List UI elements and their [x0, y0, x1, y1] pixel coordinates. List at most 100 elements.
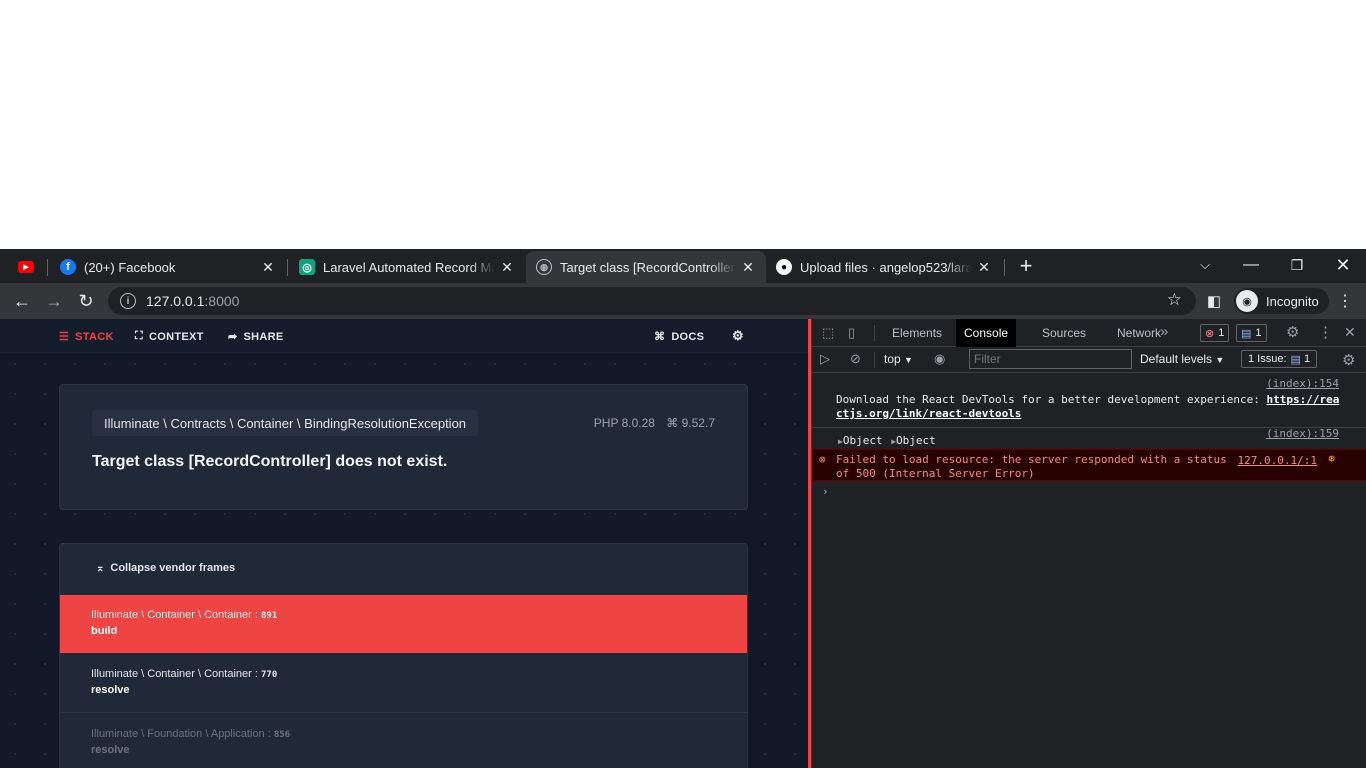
ignition-nav: ☰ STACK ⛶ CONTEXT ➦ SHARE ⌘ DOCS ⚙ — [0, 319, 808, 353]
kebab-menu-icon[interactable]: ⋮ — [1318, 323, 1333, 341]
exception-card: Illuminate \ Contracts \ Container \ Bin… — [59, 384, 748, 510]
source-link[interactable]: (index):154 — [1266, 377, 1339, 390]
stack-icon: ☰ — [59, 331, 70, 343]
nav-docs[interactable]: ⌘ DOCS — [654, 330, 704, 344]
close-icon[interactable]: ✕ — [260, 259, 276, 276]
log-text: Download the React DevTools for a better… — [836, 393, 1267, 406]
reload-icon[interactable]: ↻ — [72, 287, 100, 315]
laravel-version: 9.52.7 — [681, 416, 715, 430]
ignition-error-page: ☰ STACK ⛶ CONTEXT ➦ SHARE ⌘ DOCS ⚙ Illuminat… — [0, 319, 808, 768]
more-tabs-icon[interactable]: » — [1160, 323, 1168, 340]
restore-button[interactable]: ❐ — [1274, 249, 1320, 281]
issue-icon: ▤ — [1290, 353, 1301, 366]
tab-youtube[interactable]: ▶ — [8, 251, 46, 283]
stack-frame[interactable]: Illuminate \ Container \ Container : 891… — [60, 595, 747, 653]
issues-badge[interactable]: 1 Issue: ▤ 1 — [1241, 350, 1318, 368]
sidebar-toggle-icon[interactable]: ▷ — [820, 351, 830, 367]
address-bar[interactable]: i 127.0.0.1:8000 ☆ — [108, 287, 1196, 315]
error-icon: ⊗ — [1205, 327, 1215, 340]
version-info: PHP 8.0.28 ⌘ 9.52.7 — [594, 416, 715, 430]
react-devtools-link-cont[interactable]: ctjs.org/link/react-devtools — [836, 407, 1021, 420]
tab-search-icon[interactable]: ⌵ — [1182, 249, 1228, 281]
collapse-vendor-frames-button[interactable]: ⌅ Collapse vendor frames — [96, 562, 235, 574]
tab-facebook[interactable]: f (20+) Facebook ✕ — [50, 251, 286, 283]
devtools-tabbar: ⬚ ▯ Elements Console Sources Network » ⊗… — [812, 319, 1366, 347]
inspect-element-icon[interactable]: ⬚ — [822, 325, 834, 341]
tab-divider — [287, 259, 288, 276]
exception-message: Target class [RecordController] does not… — [92, 453, 448, 470]
exception-class: Illuminate \ Contracts \ Container \ Bin… — [92, 410, 479, 436]
tab-sources[interactable]: Sources — [1034, 319, 1094, 347]
close-icon[interactable]: ✕ — [976, 259, 992, 276]
tab-laravel-record[interactable]: ◎ Laravel Automated Record Mana ✕ — [289, 251, 525, 283]
new-tab-button[interactable]: + — [1003, 250, 1049, 282]
browser-toolbar: ← → ↻ i 127.0.0.1:8000 ☆ ◧ ◉ Incognito ⋮ — [0, 283, 1366, 319]
incognito-label: Incognito — [1266, 293, 1319, 309]
context-icon: ⛶ — [135, 330, 143, 342]
blank-area — [0, 0, 1366, 249]
share-icon: ➦ — [228, 331, 238, 343]
console-prompt[interactable]: › — [812, 483, 1366, 503]
facebook-icon: f — [60, 259, 76, 275]
close-icon[interactable]: ✕ — [1344, 324, 1356, 341]
youtube-icon: ▶ — [18, 261, 34, 273]
frame-class: Illuminate \ Container \ Container : 770 — [91, 668, 278, 680]
laravel-icon: ⌘ — [654, 331, 666, 343]
source-link[interactable]: (index):159 — [1266, 427, 1339, 440]
error-count-badge[interactable]: ⊗ 1 — [1200, 324, 1230, 342]
console-settings-icon[interactable]: ⚙ — [1342, 351, 1355, 369]
tab-github[interactable]: ● Upload files · angelop523/laravel ✕ — [766, 251, 1002, 283]
object-label[interactable]: Object — [843, 434, 883, 447]
laravel-icon: ⌘ — [666, 416, 679, 430]
collapse-icon: ⌅ — [96, 562, 105, 574]
bookmark-star-icon[interactable]: ☆ — [1167, 290, 1182, 310]
settings-icon[interactable]: ⚙ — [732, 328, 744, 344]
tab-elements[interactable]: Elements — [884, 319, 950, 347]
console-message: (index):154 Download the React DevTools … — [812, 377, 1366, 427]
menu-kebab-icon[interactable]: ⋮ — [1331, 287, 1359, 315]
close-window-button[interactable]: ✕ — [1320, 249, 1366, 281]
error-text-cont: of 500 (Internal Server Error) — [836, 467, 1035, 480]
object-label[interactable]: Object — [896, 434, 936, 447]
device-toolbar-icon[interactable]: ▯ — [848, 325, 855, 341]
stack-frame[interactable]: Illuminate \ Foundation \ Application : … — [60, 713, 747, 763]
minimize-button[interactable]: — — [1228, 249, 1274, 281]
tab-console[interactable]: Console — [956, 319, 1017, 347]
incognito-icon: ◉ — [1236, 290, 1258, 312]
address-host: 127.0.0.1 — [146, 293, 205, 309]
close-icon[interactable]: ✕ — [499, 259, 515, 276]
console-filter-input[interactable] — [969, 349, 1132, 369]
source-link[interactable]: 127.0.0.1/:1 — [1238, 454, 1317, 468]
chatgpt-icon: ◎ — [299, 259, 315, 275]
eye-icon[interactable]: ◉ — [934, 351, 945, 367]
incognito-badge[interactable]: ◉ Incognito — [1234, 288, 1329, 314]
globe-icon: ◍ — [536, 259, 552, 275]
dropdown-arrow-icon: ▼ — [904, 355, 913, 365]
settings-icon[interactable]: ⚙ — [1286, 323, 1299, 341]
nav-stack[interactable]: ☰ STACK — [59, 330, 114, 344]
console-error: ⊗ 127.0.0.1/:1 ⊛ Failed to load resource… — [812, 449, 1366, 481]
log-levels-select[interactable]: Default levels ▼ — [1140, 352, 1224, 366]
console-message: (index):159 ▶Object ▶Object — [812, 427, 1366, 447]
stack-frame[interactable]: Illuminate \ Container \ Container : 770… — [60, 653, 747, 713]
back-icon[interactable]: ← — [8, 287, 36, 315]
context-select[interactable]: top ▼ — [884, 352, 913, 366]
info-icon[interactable]: i — [120, 293, 136, 309]
forward-icon[interactable]: → — [40, 287, 68, 315]
close-icon[interactable]: ✕ — [740, 259, 756, 276]
network-icon[interactable]: ⊛ — [1328, 452, 1335, 466]
php-version: PHP 8.0.28 — [593, 416, 655, 430]
console-toolbar: ▷ ⊘ top ▼ ◉ Default levels ▼ 1 Issue:▤1 … — [812, 347, 1366, 373]
sidepanel-icon[interactable]: ◧ — [1200, 287, 1228, 315]
nav-share[interactable]: ➦ SHARE — [228, 330, 284, 344]
message-count-badge[interactable]: ▤ 1 — [1236, 324, 1267, 342]
github-icon: ● — [776, 259, 792, 275]
stack-trace-card: ⌅ Collapse vendor frames Illuminate \ Co… — [59, 543, 748, 768]
nav-context[interactable]: ⛶ CONTEXT — [135, 330, 204, 343]
tab-title: Target class [RecordController] do — [560, 259, 736, 275]
react-devtools-link[interactable]: https://rea — [1266, 393, 1339, 406]
tab-strip: ▶ f (20+) Facebook ✕ ◎ Laravel Automated… — [0, 249, 1366, 283]
clear-console-icon[interactable]: ⊘ — [850, 351, 861, 367]
frame-class: Illuminate \ Container \ Container : 891 — [91, 609, 278, 621]
tab-target-class[interactable]: ◍ Target class [RecordController] do ✕ — [526, 251, 766, 283]
